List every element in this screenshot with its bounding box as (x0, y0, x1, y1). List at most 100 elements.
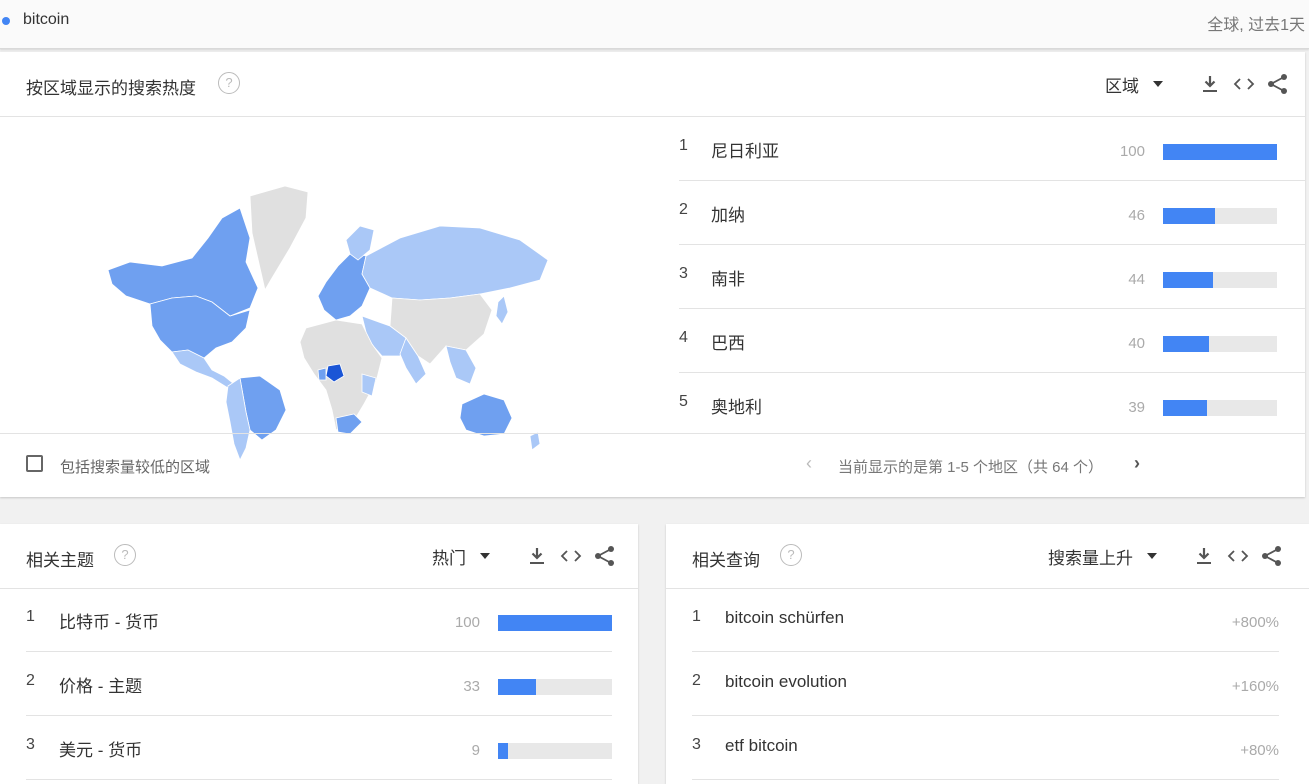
item-value: 9 (471, 742, 480, 759)
item-rank: 2 (692, 672, 701, 689)
region-name[interactable]: 奥地利 (711, 393, 762, 418)
world-map[interactable] (100, 178, 560, 473)
region-bar (1163, 144, 1277, 160)
list-item[interactable]: 3 etf bitcoin +80% (692, 716, 1279, 780)
region-bar-fill (1163, 144, 1277, 160)
pager-prev-button[interactable]: ‹ (806, 453, 812, 474)
item-rank: 3 (26, 736, 35, 753)
region-row[interactable]: 1 尼日利亚 100 (679, 117, 1305, 181)
item-bar (498, 743, 612, 759)
item-value: +800% (1231, 614, 1279, 631)
include-low-volume-label[interactable]: 包括搜索量较低的区域 (60, 456, 210, 477)
region-name[interactable]: 尼日利亚 (711, 137, 779, 162)
card-title: 相关主题 (26, 551, 94, 570)
chevron-down-icon[interactable] (480, 553, 490, 559)
item-bar-fill (498, 743, 509, 759)
chevron-down-icon[interactable] (1153, 81, 1163, 87)
embed-icon[interactable] (1227, 545, 1249, 567)
embed-icon[interactable] (1233, 73, 1255, 95)
list-item[interactable]: 1 比特币 - 货币 100 (26, 588, 612, 652)
item-name[interactable]: bitcoin evolution (725, 672, 847, 692)
region-row[interactable]: 5 奥地利 39 (679, 373, 1305, 436)
region-rank: 1 (679, 137, 688, 154)
map-south-africa (335, 413, 363, 435)
region-bar (1163, 272, 1277, 288)
region-rank: 5 (679, 393, 688, 410)
map-east-africa (361, 373, 377, 397)
card-title: 按区域显示的搜索热度 (26, 79, 196, 98)
list-item[interactable]: 1 bitcoin schürfen +800% (692, 588, 1279, 652)
region-value: 40 (1128, 335, 1145, 352)
item-value: 33 (463, 678, 480, 695)
map-greenland (249, 185, 309, 292)
pager-next-button[interactable]: › (1134, 453, 1140, 474)
list-item[interactable]: 3 美元 - 货币 9 (26, 716, 612, 780)
region-rank: 2 (679, 201, 688, 218)
item-bar (498, 615, 612, 631)
region-value: 39 (1128, 399, 1145, 416)
world-map-svg[interactable] (100, 178, 560, 468)
card-header: 按区域显示的搜索热度 ? 区域 (0, 52, 1305, 117)
download-icon[interactable] (1193, 545, 1215, 567)
include-low-volume-checkbox[interactable] (26, 455, 43, 472)
help-icon[interactable]: ? (114, 544, 136, 566)
related-topics-card: 相关主题 ? 热门 1 比特币 - 货币 100 2 价格 - 主题 33 3 … (0, 524, 638, 784)
pager-text: 当前显示的是第 1-5 个地区（共 64 个） (838, 459, 1104, 476)
region-name[interactable]: 加纳 (711, 201, 745, 226)
region-name[interactable]: 南非 (711, 265, 745, 290)
item-name[interactable]: 美元 - 货币 (59, 736, 142, 761)
map-europe (317, 251, 371, 321)
help-icon[interactable]: ? (780, 544, 802, 566)
item-rank: 1 (692, 608, 701, 625)
region-row[interactable]: 3 南非 44 (679, 245, 1305, 309)
card-footer: 包括搜索量较低的区域 ‹ 当前显示的是第 1-5 个地区（共 64 个） › (0, 433, 1305, 497)
resolution-select[interactable]: 区域 (1105, 72, 1139, 97)
download-icon[interactable] (526, 545, 548, 567)
map-australia (459, 393, 513, 437)
item-name[interactable]: bitcoin schürfen (725, 608, 844, 628)
topics-list: 1 比特币 - 货币 100 2 价格 - 主题 33 3 美元 - 货币 9 (26, 588, 612, 780)
share-icon[interactable] (1261, 545, 1283, 567)
map-ghana (317, 367, 327, 381)
list-item[interactable]: 2 bitcoin evolution +160% (692, 652, 1279, 716)
region-bar (1163, 336, 1277, 352)
card-controls: 搜索量上升 (1048, 542, 1283, 570)
item-bar-fill (498, 615, 612, 631)
item-rank: 3 (692, 736, 701, 753)
related-queries-card: 相关查询 ? 搜索量上升 1 bitcoin schürfen +800% 2 … (666, 524, 1309, 784)
chevron-down-icon[interactable] (1147, 553, 1157, 559)
queries-filter-select[interactable]: 搜索量上升 (1048, 544, 1133, 569)
region-rank: 3 (679, 265, 688, 282)
interest-by-region-card: 按区域显示的搜索热度 ? 区域 1 尼日利亚 100 2 加纳 46 3 南非 … (0, 52, 1305, 497)
help-icon[interactable]: ? (218, 72, 240, 94)
download-icon[interactable] (1199, 73, 1221, 95)
map-japan (495, 295, 509, 325)
share-icon[interactable] (1267, 73, 1289, 95)
item-name[interactable]: 价格 - 主题 (59, 672, 142, 697)
region-row[interactable]: 4 巴西 40 (679, 309, 1305, 373)
region-value: 100 (1119, 143, 1145, 160)
map-southeast-asia (445, 345, 477, 385)
embed-icon[interactable] (560, 545, 582, 567)
region-rank: 4 (679, 329, 688, 346)
region-list: 1 尼日利亚 100 2 加纳 46 3 南非 44 4 巴西 40 5 奥地利… (679, 117, 1305, 436)
card-header: 相关查询 ? 搜索量上升 (666, 524, 1309, 589)
region-bar-fill (1163, 208, 1216, 224)
topics-filter-select[interactable]: 热门 (432, 544, 466, 569)
region-row[interactable]: 2 加纳 46 (679, 181, 1305, 245)
item-bar-fill (498, 679, 536, 695)
item-name[interactable]: 比特币 - 货币 (59, 608, 159, 633)
item-bar (498, 679, 612, 695)
region-bar-fill (1163, 272, 1214, 288)
item-name[interactable]: etf bitcoin (725, 736, 798, 756)
share-icon[interactable] (594, 545, 616, 567)
card-header: 相关主题 ? 热门 (0, 524, 638, 589)
term-color-dot (2, 17, 10, 25)
list-item[interactable]: 2 价格 - 主题 33 (26, 652, 612, 716)
region-name[interactable]: 巴西 (711, 329, 745, 354)
item-value: 100 (454, 614, 480, 631)
card-controls: 区域 (1105, 70, 1289, 98)
search-scope[interactable]: 全球, 过去1天 (1207, 11, 1305, 35)
item-rank: 1 (26, 608, 35, 625)
search-term[interactable]: bitcoin (23, 11, 69, 29)
